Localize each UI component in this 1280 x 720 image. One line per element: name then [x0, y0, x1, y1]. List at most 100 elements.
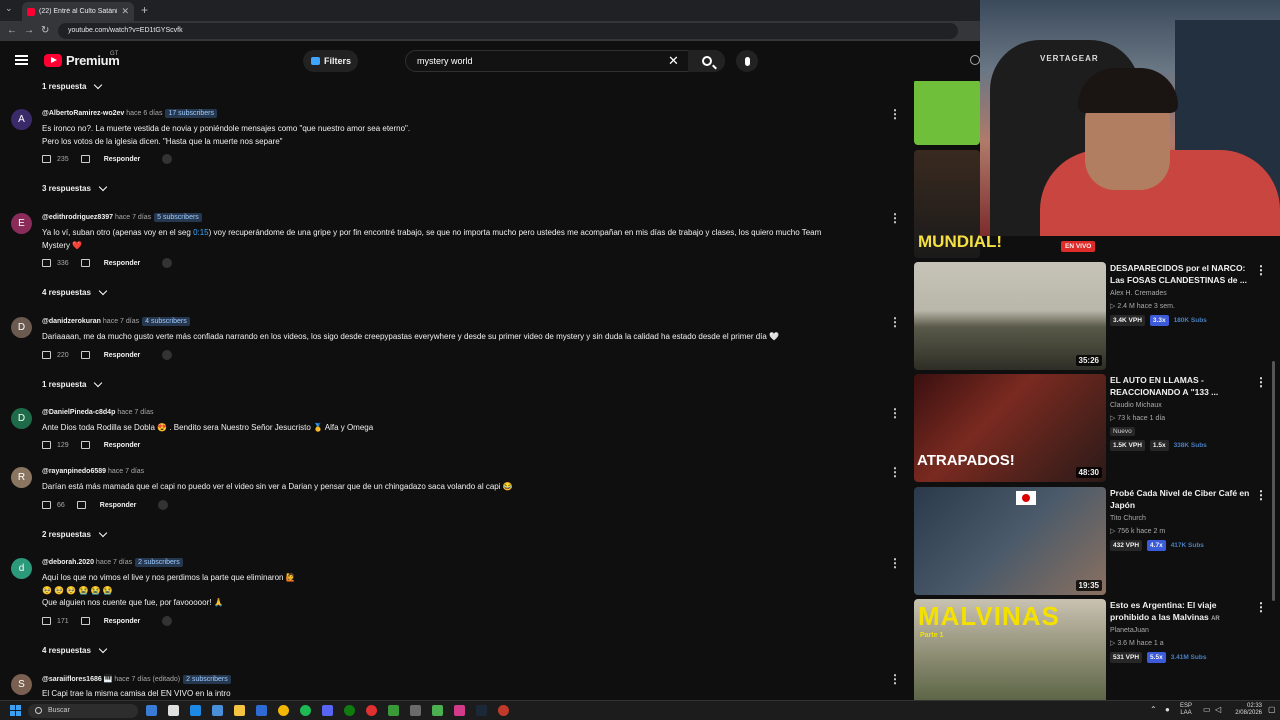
app-icon[interactable] — [454, 705, 465, 716]
reply-button[interactable]: Responder — [104, 156, 141, 163]
like-icon[interactable] — [42, 501, 51, 509]
like-icon[interactable] — [42, 351, 51, 359]
video-thumbnail[interactable]: 19:35 — [914, 487, 1106, 595]
url-field[interactable]: youtube.com/watch?v=ED1tGYScvfk — [58, 23, 958, 39]
comment-time[interactable]: hace 6 días — [126, 110, 162, 117]
video-thumbnail[interactable]: ATRAPADOS! 48:30 — [914, 374, 1106, 482]
notification-icon[interactable]: ▢ — [1268, 706, 1276, 714]
comment-author[interactable]: @AlbertoRamirez-wo2ev — [42, 110, 124, 117]
comment-time[interactable]: hace 7 días — [117, 409, 153, 416]
dislike-icon[interactable] — [80, 351, 90, 359]
like-icon[interactable] — [42, 441, 51, 449]
store-icon[interactable] — [212, 705, 223, 716]
mic-tray-icon[interactable]: ● — [1165, 706, 1170, 714]
video-thumbnail[interactable]: MALVINAS Parte 1 — [914, 599, 1106, 700]
more-options-icon[interactable]: ⋮ — [1255, 489, 1267, 501]
video-title[interactable]: Probé Cada Nivel de Ciber Café en Japón — [1110, 487, 1250, 511]
voice-search-button[interactable] — [736, 50, 758, 72]
comment-author[interactable]: @deborah.2020 — [42, 559, 94, 566]
like-icon[interactable] — [42, 259, 51, 267]
spotify-icon[interactable] — [300, 705, 311, 716]
chevron-up-icon[interactable]: ⌃ — [1150, 706, 1157, 714]
reply-button[interactable]: Responder — [104, 618, 141, 625]
video-timestamp-link[interactable]: 0:15 — [193, 228, 209, 237]
more-options-icon[interactable]: ⋮ — [889, 407, 901, 419]
like-icon[interactable] — [42, 155, 51, 163]
dislike-icon[interactable] — [80, 441, 90, 449]
edge-icon[interactable] — [190, 705, 201, 716]
comment-time[interactable]: hace 7 días — [96, 559, 132, 566]
new-tab-icon[interactable]: + — [141, 3, 148, 17]
dislike-icon[interactable] — [80, 259, 90, 267]
clock[interactable]: 02:33 2/08/2026 — [1228, 703, 1262, 717]
video-title[interactable]: DESAPARECIDOS por el NARCO: Las FOSAS CL… — [1110, 262, 1250, 286]
reply-button[interactable]: Responder — [100, 502, 137, 509]
dislike-icon[interactable] — [76, 501, 86, 509]
channel-name[interactable]: PlanetaJuan — [1110, 627, 1149, 634]
comment-time[interactable]: hace 7 días (editado) — [114, 676, 180, 683]
more-options-icon[interactable]: ⋮ — [1255, 601, 1267, 613]
like-icon[interactable] — [42, 617, 51, 625]
back-icon[interactable]: ← — [7, 25, 17, 36]
avatar[interactable]: A — [11, 109, 32, 130]
comment-time[interactable]: hace 7 días — [108, 468, 144, 475]
avatar[interactable]: d — [11, 558, 32, 579]
search-input[interactable]: mystery world ✕ — [405, 50, 725, 72]
reply-button[interactable]: Responder — [104, 260, 141, 267]
close-tab-icon[interactable]: ✕ — [121, 6, 129, 17]
widgets-icon[interactable] — [146, 705, 157, 716]
avatar[interactable]: S — [11, 674, 32, 695]
tab-list-chevron-icon[interactable]: ⌄ — [5, 3, 13, 14]
more-options-icon[interactable]: ⋮ — [1255, 264, 1267, 276]
file-icon[interactable] — [168, 705, 179, 716]
network-icon[interactable]: ▭ — [1203, 706, 1211, 714]
browser-tab[interactable]: (22) Entré al Culto Satánico Má ✕ — [22, 2, 134, 21]
replies-toggle[interactable]: 1 respuesta — [42, 378, 103, 389]
avatar[interactable]: D — [11, 408, 32, 429]
more-options-icon[interactable]: ⋮ — [889, 466, 901, 478]
history-icon[interactable] — [970, 55, 980, 65]
reply-button[interactable]: Responder — [104, 352, 141, 359]
folder-icon[interactable] — [234, 705, 245, 716]
replies-toggle[interactable]: 1 respuesta — [42, 81, 103, 91]
clear-search-icon[interactable]: ✕ — [668, 53, 679, 69]
reload-icon[interactable]: ↻ — [41, 25, 49, 36]
channel-name[interactable]: Tito Church — [1110, 515, 1146, 522]
reply-button[interactable]: Responder — [104, 442, 141, 449]
forward-icon[interactable]: → — [24, 25, 34, 36]
video-thumbnail[interactable]: 35:26 — [914, 262, 1106, 370]
discord-icon[interactable] — [322, 705, 333, 716]
youtube-logo[interactable]: Premium GT — [44, 51, 120, 68]
avatar[interactable]: R — [11, 467, 32, 488]
media-icon[interactable] — [366, 705, 377, 716]
scrollbar-thumb[interactable] — [1272, 361, 1275, 601]
app-icon[interactable] — [498, 705, 509, 716]
replies-toggle[interactable]: 2 respuestas — [42, 528, 108, 539]
search-button[interactable] — [688, 50, 725, 72]
xbox-icon[interactable] — [344, 705, 355, 716]
comment-time[interactable]: hace 7 días — [115, 214, 151, 221]
dislike-icon[interactable] — [80, 155, 90, 163]
more-options-icon[interactable]: ⋮ — [1255, 376, 1267, 388]
thumbnail-partial[interactable] — [914, 81, 980, 145]
more-options-icon[interactable]: ⋮ — [889, 557, 901, 569]
comment-author[interactable]: @edithrodriguez8397 — [42, 214, 113, 221]
replies-toggle[interactable]: 3 respuestas — [42, 182, 108, 193]
filters-button[interactable]: Filters — [303, 50, 358, 72]
comment-author[interactable]: @saraiiflores1686 🎹 — [42, 676, 112, 683]
windows-start-icon[interactable] — [10, 705, 21, 716]
video-title[interactable]: EL AUTO EN LLAMAS - REACCIONANDO A "133 … — [1110, 374, 1250, 398]
channel-name[interactable]: Claudio Michaux — [1110, 402, 1162, 409]
volume-icon[interactable]: ◁ — [1215, 706, 1221, 714]
avatar[interactable]: D — [11, 317, 32, 338]
avatar[interactable]: E — [11, 213, 32, 234]
more-options-icon[interactable]: ⋮ — [889, 108, 901, 120]
channel-name[interactable]: Alex H. Cremades — [1110, 290, 1167, 297]
taskbar-search[interactable]: Buscar — [28, 704, 138, 718]
live-thumbnail[interactable]: MUNDIAL! — [914, 150, 1002, 258]
comment-author[interactable]: @DanielPineda-c8d4p — [42, 409, 115, 416]
replies-toggle[interactable]: 4 respuestas — [42, 644, 108, 655]
more-options-icon[interactable]: ⋮ — [889, 673, 901, 685]
minecraft-icon[interactable] — [432, 705, 443, 716]
more-options-icon[interactable]: ⋮ — [889, 316, 901, 328]
